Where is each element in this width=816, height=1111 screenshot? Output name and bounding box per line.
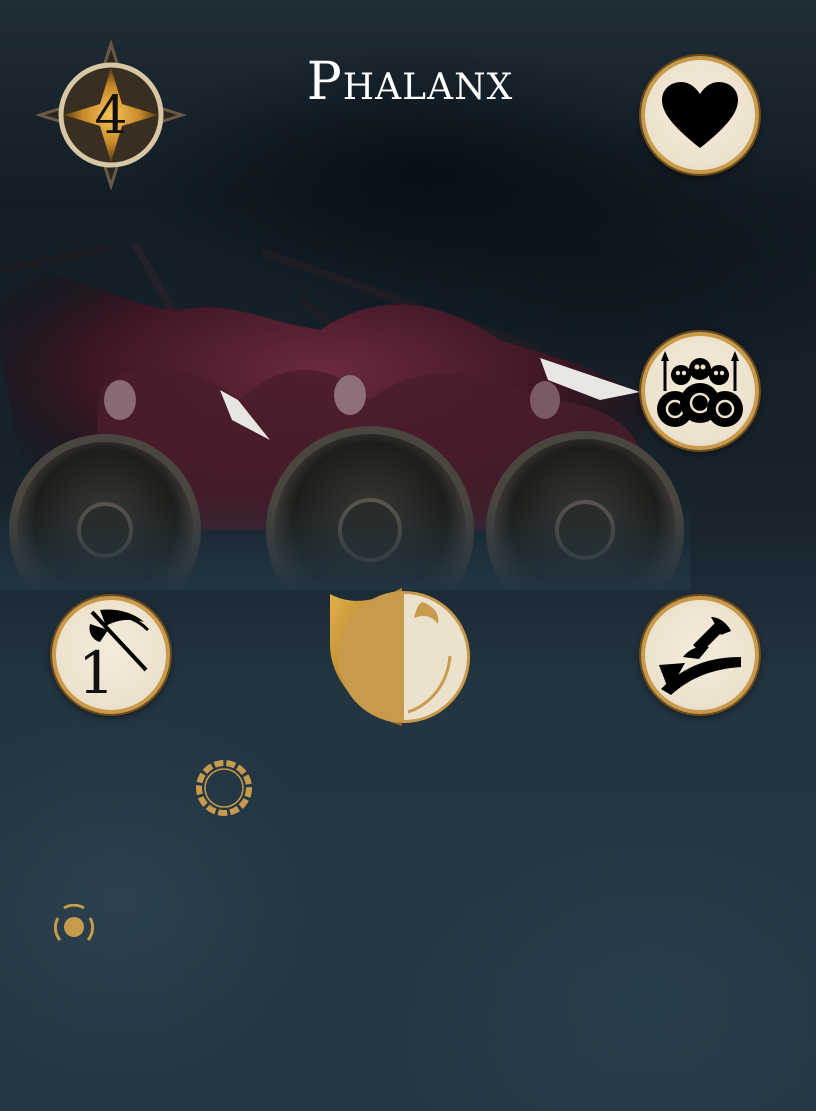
cost-badge: 4 (36, 40, 186, 190)
sweeping-blade-icon (659, 617, 741, 695)
card: Phalanx 4 1 (0, 0, 816, 1111)
faction-emblem (326, 586, 474, 728)
attack-value: 1 (78, 639, 115, 707)
card-title: Phalanx (306, 52, 514, 112)
phalanx-artwork (0, 242, 690, 590)
heart-icon (662, 82, 738, 148)
unit-type-token (641, 332, 759, 450)
ornate-ring-icon (196, 760, 252, 816)
ability-token (641, 596, 759, 714)
health-token (641, 56, 759, 174)
half-shield-moon-icon (330, 588, 470, 726)
small-ring-icon (53, 904, 95, 941)
cost-value: 4 (94, 86, 128, 146)
attack-token: 1 (52, 596, 170, 714)
skull-shield-phalanx-icon (657, 351, 743, 427)
